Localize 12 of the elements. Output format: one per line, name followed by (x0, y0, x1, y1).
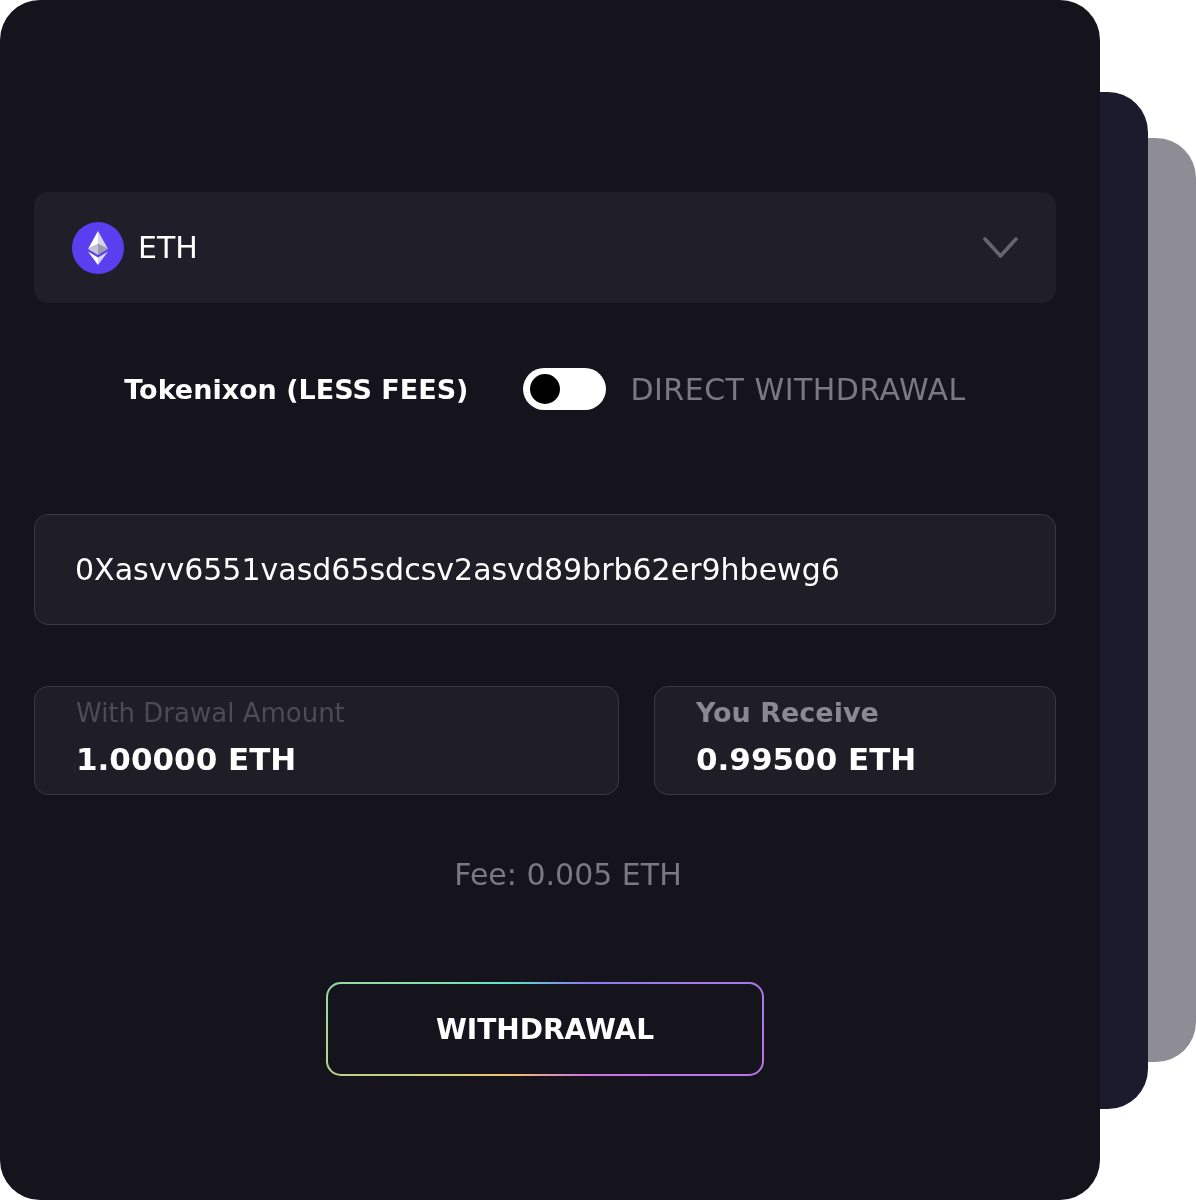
toggle-switch[interactable] (523, 368, 607, 410)
address-field[interactable]: 0Xasvv6551vasd65sdcsv2asvd89brb62er9hbewg6 (34, 514, 1056, 625)
option-label[interactable]: DIRECT WITHDRAWAL (630, 371, 966, 407)
amount-value: 1.00000 ETH (76, 740, 297, 779)
display-label: You Receive (696, 696, 879, 730)
amount-value: 0.99500 ETH (696, 740, 917, 779)
asset-select[interactable]: ETH (34, 192, 1056, 303)
chevron-down-icon (983, 236, 1018, 259)
option-label[interactable]: Tokenixon (LESS FEES) (124, 373, 469, 405)
ethereum-coin-icon (72, 221, 124, 274)
fee-text: Fee: 0.005 ETH (454, 857, 682, 893)
withdraw-button[interactable]: WITHDRAWAL (326, 982, 764, 1076)
